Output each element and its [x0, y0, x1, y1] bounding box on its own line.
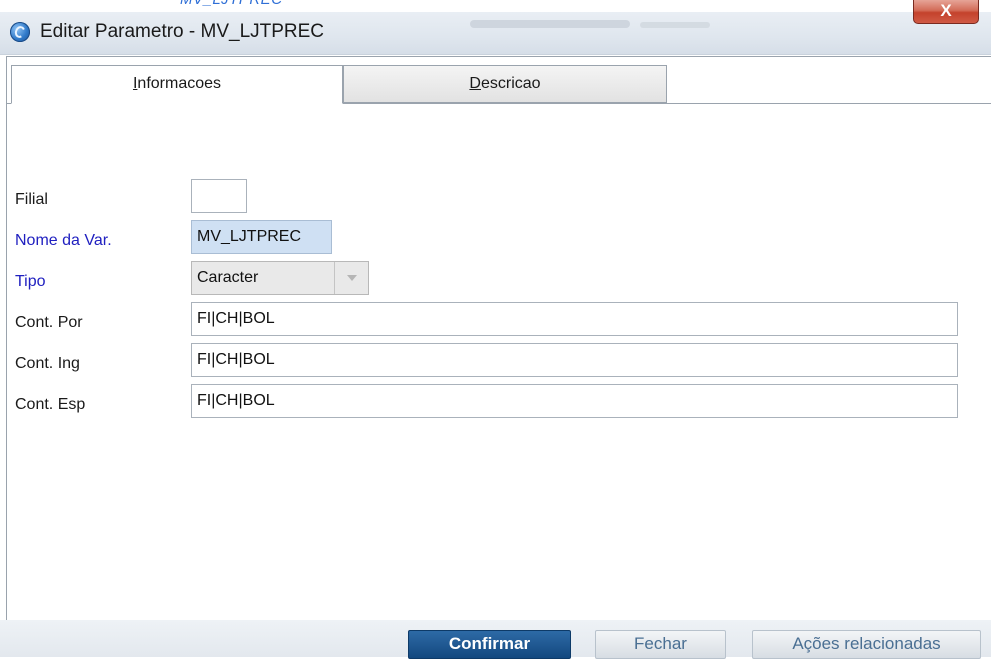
tab-bar: Informacoes Descricao — [7, 57, 991, 104]
title-blur — [640, 22, 710, 28]
button-bar: Confirmar Fechar Ações relacionadas — [0, 620, 991, 659]
filial-label: Filial — [15, 191, 48, 208]
tipo-label: Tipo — [15, 273, 46, 290]
dialog-panel: Informacoes Descricao Filial Nome da Var… — [6, 56, 991, 620]
background-caption: MV_LJTPREC — [180, 0, 283, 8]
tipo-select[interactable]: Caracter — [191, 261, 369, 295]
title-blur — [470, 20, 630, 28]
cont-por-field[interactable]: FI|CH|BOL — [191, 302, 958, 336]
chevron-down-icon[interactable] — [334, 262, 368, 294]
tipo-selected-value: Caracter — [197, 269, 259, 286]
window-title: Editar Parametro - MV_LJTPREC — [40, 21, 325, 42]
cont-ing-field[interactable]: FI|CH|BOL — [191, 343, 958, 377]
related-actions-button[interactable]: Ações relacionadas — [752, 630, 981, 659]
background-window-strip: MV_LJTPREC — [0, 0, 991, 12]
close-icon: X — [940, 1, 952, 20]
nome-var-field[interactable]: MV_LJTPREC — [191, 220, 332, 254]
form-area: Filial Nome da Var. MV_LJTPREC Tipo Cara… — [7, 104, 991, 620]
filial-field[interactable] — [191, 179, 247, 213]
tab-informacoes[interactable]: Informacoes — [11, 65, 343, 104]
tab-label: escricao — [480, 75, 541, 92]
tab-label: nformacoes — [137, 75, 222, 92]
tab-descricao[interactable]: Descricao — [343, 65, 667, 103]
cont-ing-label: Cont. Ing — [15, 355, 80, 372]
tab-accelerator: D — [469, 75, 481, 92]
confirm-button[interactable]: Confirmar — [408, 630, 571, 659]
title-bar[interactable]: Editar Parametro - MV_LJTPREC — [0, 12, 991, 55]
cont-esp-field[interactable]: FI|CH|BOL — [191, 384, 958, 418]
close-button[interactable]: X — [913, 0, 979, 24]
nome-var-label: Nome da Var. — [15, 232, 112, 249]
close-dialog-button[interactable]: Fechar — [595, 630, 726, 659]
app-logo-icon — [10, 22, 30, 42]
cont-por-label: Cont. Por — [15, 314, 83, 331]
cont-esp-label: Cont. Esp — [15, 396, 86, 413]
